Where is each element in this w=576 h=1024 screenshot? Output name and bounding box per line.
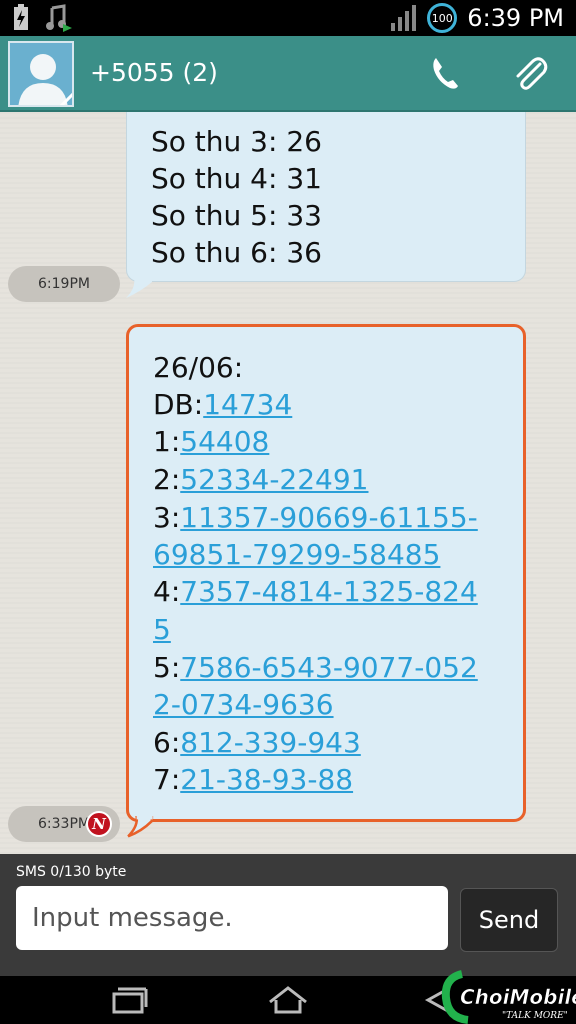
number-link[interactable]: 52334-22491: [180, 463, 368, 496]
choimobile-logo-icon: ChoiMobile "TALK MORE": [441, 970, 576, 1024]
message-line: So thu 5: 33: [151, 197, 322, 234]
watermark-logo: ChoiMobile "TALK MORE": [440, 970, 576, 1024]
sms-byte-counter: SMS 0/130 byte: [16, 864, 127, 880]
message-line: DB:14734: [153, 386, 292, 423]
status-system: 100 6:39 PM: [391, 3, 564, 33]
recent-apps-icon[interactable]: [104, 984, 152, 1016]
message-line: 5: [153, 611, 171, 648]
home-icon[interactable]: [264, 984, 312, 1016]
message-line: 6:812-339-943: [153, 724, 361, 761]
number-link[interactable]: 7357-4814-1325-824: [180, 575, 478, 608]
number-link[interactable]: 7586-6543-9077-052: [180, 651, 478, 684]
number-link[interactable]: 21-38-93-88: [180, 763, 353, 796]
watermark-brand: ChoiMobile: [460, 985, 576, 1009]
message-line: So thu 4: 31: [151, 160, 322, 197]
number-link[interactable]: 5: [153, 613, 171, 646]
conversation-header: +5055 (2): [0, 36, 576, 112]
contact-name: +5055 (2): [90, 58, 218, 87]
message-text: DB:: [153, 388, 204, 421]
person-icon: [10, 43, 72, 105]
message-text: So thu 5: 33: [151, 199, 322, 232]
message-line: 5:7586-6543-9077-052: [153, 649, 478, 686]
message-text: 4:: [153, 575, 181, 608]
phone-icon[interactable]: [424, 54, 464, 94]
bubble-tail: [127, 816, 154, 838]
watermark-tagline: "TALK MORE": [502, 1011, 568, 1021]
number-link[interactable]: 14734: [203, 388, 292, 421]
charging-icon: [14, 4, 28, 30]
message-text: 26/06:: [153, 351, 244, 384]
message-text: So thu 4: 31: [151, 162, 322, 195]
message-bubble-selected[interactable]: 26/06: DB:14734 1:54408 2:52334-22491 3:…: [126, 324, 526, 822]
message-line: So thu 6: 36: [151, 234, 322, 271]
number-link[interactable]: 2-0734-9636: [153, 688, 334, 721]
composer: SMS 0/130 byte Send: [0, 854, 576, 976]
message-text: So thu 6: 36: [151, 236, 322, 269]
message-line: 26/06:: [153, 349, 243, 386]
message-line: 2-0734-9636: [153, 686, 334, 723]
message-text: 2:: [153, 463, 181, 496]
message-text: 3:: [153, 501, 181, 534]
contact-avatar[interactable]: [8, 41, 74, 107]
message-line: 69851-79299-58485: [153, 536, 440, 573]
number-link[interactable]: 54408: [180, 425, 269, 458]
n-status-icon: N: [86, 811, 112, 837]
number-link[interactable]: 69851-79299-58485: [153, 538, 440, 571]
attachment-icon[interactable]: [510, 54, 550, 94]
message-line: 4:7357-4814-1325-824: [153, 573, 478, 610]
bubble-tail: [126, 278, 152, 298]
status-notifications: [12, 4, 72, 32]
send-button[interactable]: Send: [460, 888, 558, 952]
message-text: 7:: [153, 763, 181, 796]
message-text: 6:: [153, 726, 181, 759]
message-line: 3:11357-90669-61155-: [153, 499, 478, 536]
music-icon: [46, 4, 72, 32]
battery-icon: 100: [427, 3, 458, 33]
message-bubble[interactable]: So thu 3: 26 So thu 4: 31 So thu 5: 33 S…: [126, 112, 526, 282]
message-text: 5:: [153, 651, 181, 684]
message-timestamp: 6:19PM: [8, 266, 120, 302]
signal-icon: [391, 5, 417, 31]
message-text: So thu 3: 26: [151, 125, 322, 158]
message-line: So thu 3: 26: [151, 123, 322, 160]
message-line: 7:21-38-93-88: [153, 761, 353, 798]
message-line: 2:52334-22491: [153, 461, 369, 498]
message-input[interactable]: [16, 886, 448, 950]
message-line: 1:54408: [153, 423, 269, 460]
message-text: 1:: [153, 425, 181, 458]
number-link[interactable]: 11357-90669-61155-: [180, 501, 478, 534]
message-list[interactable]: So thu 3: 26 So thu 4: 31 So thu 5: 33 S…: [0, 112, 576, 854]
status-time: 6:39 PM: [467, 4, 564, 32]
number-link[interactable]: 812-339-943: [180, 726, 361, 759]
status-bar: 100 6:39 PM: [0, 0, 576, 36]
